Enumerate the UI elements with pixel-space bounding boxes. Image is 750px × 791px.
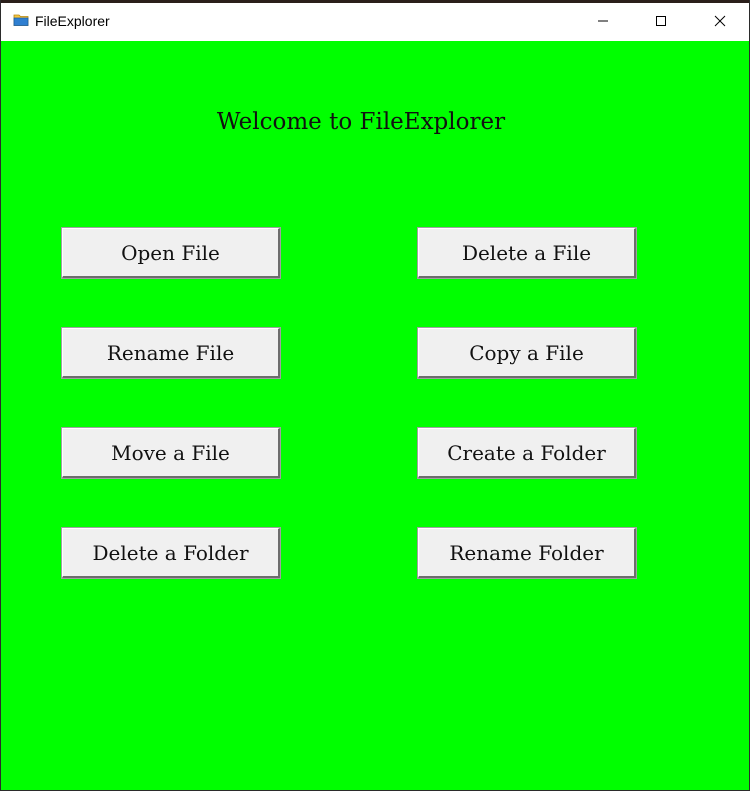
move-file-button[interactable]: Move a File [61, 427, 281, 479]
close-button[interactable] [691, 3, 749, 41]
close-icon [714, 14, 726, 30]
minimize-button[interactable] [574, 3, 632, 41]
folder-icon [13, 13, 29, 27]
window-title: FileExplorer [35, 13, 110, 29]
open-file-button[interactable]: Open File [61, 227, 281, 279]
create-folder-button[interactable]: Create a Folder [417, 427, 637, 479]
copy-file-button[interactable]: Copy a File [417, 327, 637, 379]
delete-file-button[interactable]: Delete a File [417, 227, 637, 279]
rename-file-button[interactable]: Rename File [61, 327, 281, 379]
delete-folder-button[interactable]: Delete a Folder [61, 527, 281, 579]
app-window: FileExplorer Welcome to FileExplorer Ope… [0, 0, 750, 791]
rename-folder-button[interactable]: Rename Folder [417, 527, 637, 579]
maximize-button[interactable] [632, 3, 690, 41]
maximize-icon [655, 14, 667, 30]
minimize-icon [597, 14, 609, 30]
title-bar[interactable]: FileExplorer [1, 3, 749, 41]
main-panel: Welcome to FileExplorer Open File Delete… [1, 41, 749, 790]
welcome-heading: Welcome to FileExplorer [216, 109, 506, 135]
